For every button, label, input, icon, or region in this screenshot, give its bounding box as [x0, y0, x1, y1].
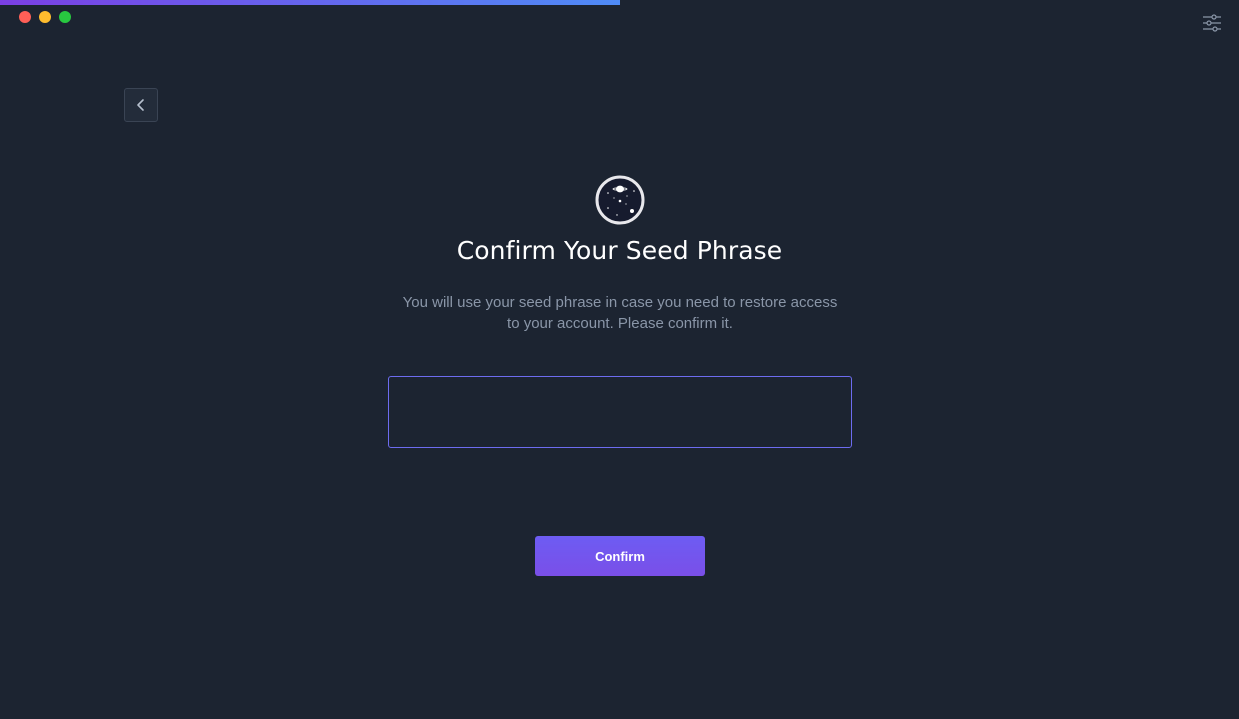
chevron-left-icon: [137, 99, 144, 111]
page-subtitle: You will use your seed phrase in case yo…: [402, 294, 838, 332]
window-controls: [19, 11, 71, 23]
planet-logo-icon: [595, 175, 645, 225]
close-window-button[interactable]: [19, 11, 31, 23]
page-title: Confirm Your Seed Phrase: [456, 236, 783, 265]
confirm-button[interactable]: Confirm: [535, 536, 705, 576]
maximize-window-button[interactable]: [59, 11, 71, 23]
sliders-icon: [1203, 14, 1221, 32]
progress-fill: [0, 0, 620, 5]
seed-phrase-input[interactable]: [388, 376, 852, 448]
settings-button[interactable]: [1201, 12, 1223, 34]
back-button[interactable]: [124, 88, 158, 122]
progress-bar: [0, 0, 1239, 5]
app-window: Confirm Your Seed Phrase You will use yo…: [0, 0, 1239, 719]
minimize-window-button[interactable]: [39, 11, 51, 23]
